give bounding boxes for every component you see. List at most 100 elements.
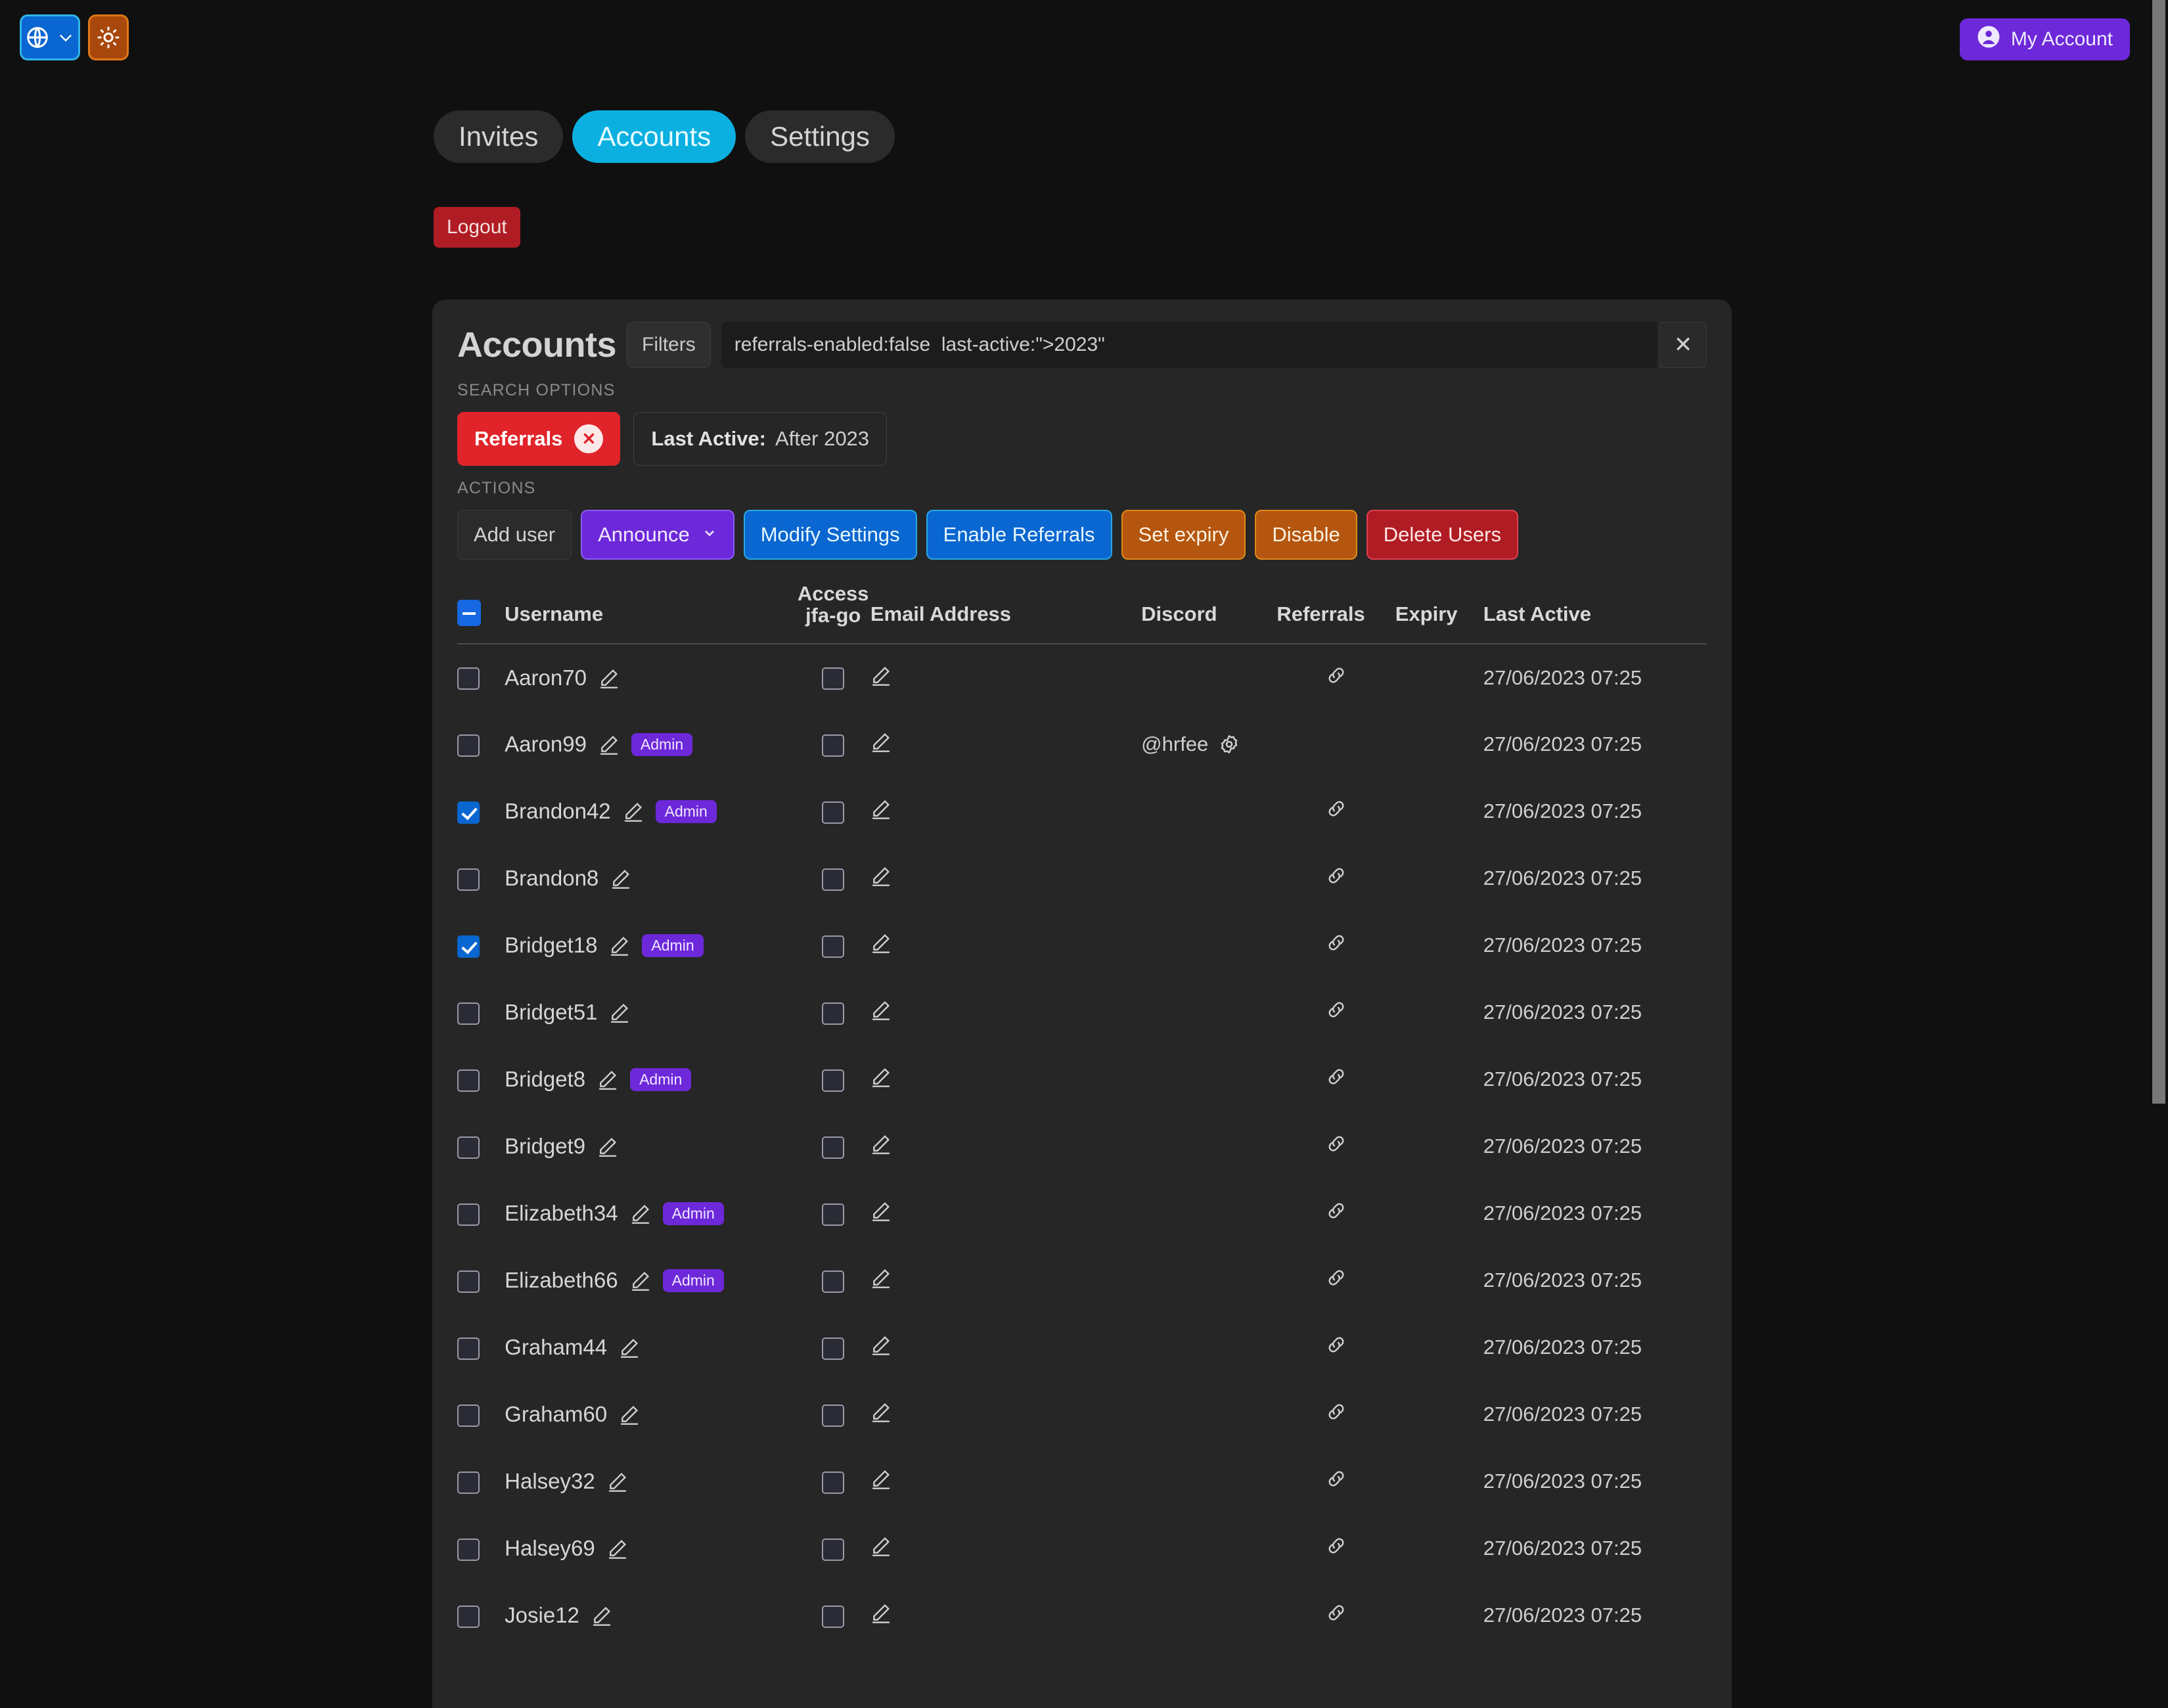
delete-users-button[interactable]: Delete Users — [1366, 510, 1518, 560]
row-select-checkbox[interactable] — [457, 1002, 480, 1025]
access-checkbox[interactable] — [822, 1472, 844, 1494]
row-select-checkbox[interactable] — [457, 1606, 480, 1628]
edit-email-icon[interactable] — [870, 999, 892, 1020]
edit-email-icon[interactable] — [870, 865, 892, 886]
row-select-checkbox[interactable] — [457, 1069, 480, 1092]
edit-username-icon[interactable] — [598, 734, 620, 755]
row-select-checkbox[interactable] — [457, 734, 480, 757]
row-select-checkbox[interactable] — [457, 1405, 480, 1427]
row-select-checkbox[interactable] — [457, 1472, 480, 1494]
link-icon[interactable] — [1326, 1536, 1346, 1556]
edit-username-icon[interactable] — [591, 1605, 612, 1626]
edit-email-icon[interactable] — [870, 1267, 892, 1288]
access-checkbox[interactable] — [822, 1606, 844, 1628]
select-all-checkbox[interactable] — [457, 600, 481, 626]
row-select-checkbox[interactable] — [457, 667, 480, 690]
link-icon[interactable] — [1326, 1469, 1346, 1489]
access-checkbox[interactable] — [822, 1136, 844, 1159]
link-icon[interactable] — [1326, 1201, 1346, 1221]
edit-username-icon[interactable] — [597, 1136, 618, 1157]
access-checkbox[interactable] — [822, 1405, 844, 1427]
link-icon[interactable] — [1326, 1067, 1346, 1087]
edit-email-icon[interactable] — [870, 665, 892, 686]
link-icon[interactable] — [1326, 1000, 1346, 1020]
row-select-checkbox[interactable] — [457, 935, 480, 958]
clear-search-button[interactable]: ✕ — [1660, 322, 1707, 368]
link-icon[interactable] — [1326, 933, 1346, 953]
edit-username-icon[interactable] — [609, 1002, 630, 1023]
edit-username-icon[interactable] — [619, 1337, 640, 1358]
search-input[interactable] — [721, 322, 1657, 368]
access-checkbox[interactable] — [822, 801, 844, 824]
edit-email-icon[interactable] — [870, 1200, 892, 1221]
edit-username-icon[interactable] — [630, 1270, 651, 1291]
page-scrollbar[interactable] — [2150, 0, 2168, 1708]
row-select-checkbox[interactable] — [457, 1270, 480, 1293]
tab-settings[interactable]: Settings — [745, 110, 895, 163]
tab-invites[interactable]: Invites — [434, 110, 563, 163]
edit-username-icon[interactable] — [597, 1069, 618, 1090]
link-icon[interactable] — [1326, 1268, 1346, 1288]
row-select-checkbox[interactable] — [457, 1337, 480, 1360]
email-cell — [870, 912, 1141, 979]
access-checkbox[interactable] — [822, 667, 844, 690]
edit-email-icon[interactable] — [870, 932, 892, 953]
edit-email-icon[interactable] — [870, 1401, 892, 1422]
access-checkbox[interactable] — [822, 1337, 844, 1360]
link-icon[interactable] — [1326, 1402, 1346, 1422]
access-checkbox[interactable] — [822, 1203, 844, 1226]
link-icon[interactable] — [1326, 1335, 1346, 1355]
row-select-checkbox[interactable] — [457, 1539, 480, 1561]
row-select-checkbox[interactable] — [457, 868, 480, 891]
close-icon[interactable]: ✕ — [574, 424, 603, 453]
row-select-checkbox[interactable] — [457, 1136, 480, 1159]
link-icon[interactable] — [1326, 799, 1346, 819]
my-account-button[interactable]: My Account — [1960, 18, 2130, 60]
link-icon[interactable] — [1326, 1134, 1346, 1154]
edit-username-icon[interactable] — [619, 1404, 640, 1425]
access-checkbox[interactable] — [822, 1002, 844, 1025]
access-checkbox[interactable] — [822, 868, 844, 891]
row-select-checkbox[interactable] — [457, 1203, 480, 1226]
edit-email-icon[interactable] — [870, 1468, 892, 1489]
edit-email-icon[interactable] — [870, 1066, 892, 1087]
row-select-checkbox[interactable] — [457, 801, 480, 824]
announce-button[interactable]: Announce — [581, 510, 734, 560]
edit-username-icon[interactable] — [623, 801, 644, 822]
enable-referrals-button[interactable]: Enable Referrals — [926, 510, 1112, 560]
edit-email-icon[interactable] — [870, 731, 892, 752]
edit-username-icon[interactable] — [607, 1471, 628, 1492]
tab-accounts[interactable]: Accounts — [572, 110, 736, 163]
edit-email-icon[interactable] — [870, 1602, 892, 1623]
edit-email-icon[interactable] — [870, 1334, 892, 1355]
access-checkbox[interactable] — [822, 1069, 844, 1092]
logout-button[interactable]: Logout — [434, 207, 520, 248]
page-scrollbar-thumb[interactable] — [2152, 0, 2165, 1104]
link-icon[interactable] — [1326, 665, 1346, 685]
access-cell — [796, 644, 870, 711]
access-checkbox[interactable] — [822, 734, 844, 757]
access-checkbox[interactable] — [822, 935, 844, 958]
edit-email-icon[interactable] — [870, 1535, 892, 1556]
edit-email-icon[interactable] — [870, 798, 892, 819]
set-expiry-button[interactable]: Set expiry — [1121, 510, 1246, 560]
access-checkbox[interactable] — [822, 1270, 844, 1293]
gear-icon[interactable] — [1219, 734, 1240, 755]
chip-last-active[interactable]: Last Active: After 2023 — [633, 412, 887, 466]
edit-email-icon[interactable] — [870, 1133, 892, 1154]
language-button[interactable] — [20, 14, 80, 60]
disable-button[interactable]: Disable — [1255, 510, 1357, 560]
modify-settings-button[interactable]: Modify Settings — [744, 510, 917, 560]
add-user-button[interactable]: Add user — [457, 510, 572, 560]
edit-username-icon[interactable] — [630, 1203, 651, 1224]
access-checkbox[interactable] — [822, 1539, 844, 1561]
link-icon[interactable] — [1326, 866, 1346, 886]
edit-username-icon[interactable] — [598, 667, 620, 688]
edit-username-icon[interactable] — [609, 935, 630, 956]
edit-username-icon[interactable] — [607, 1538, 628, 1559]
chip-referrals[interactable]: Referrals ✕ — [457, 412, 620, 466]
edit-username-icon[interactable] — [610, 868, 631, 889]
link-icon[interactable] — [1326, 1603, 1346, 1623]
theme-toggle-button[interactable] — [88, 14, 129, 60]
filters-button[interactable]: Filters — [627, 322, 711, 368]
